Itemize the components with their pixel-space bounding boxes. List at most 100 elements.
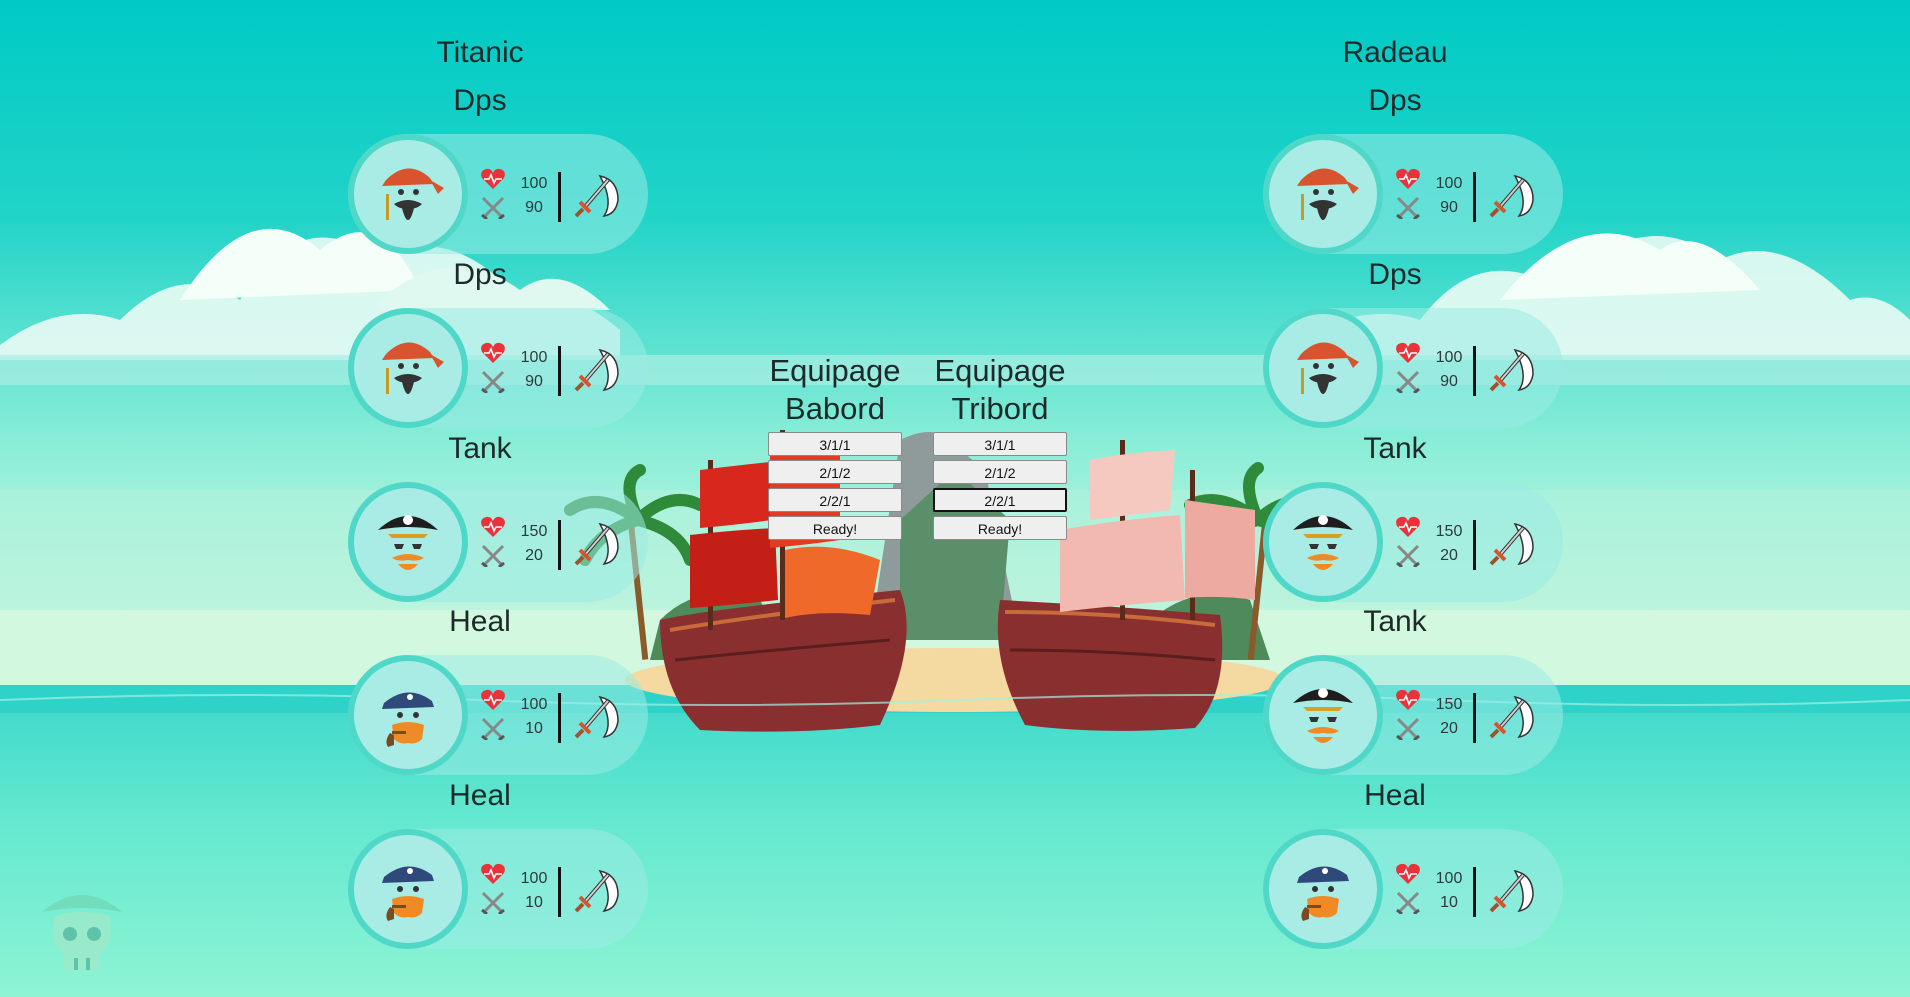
captain-hat-pirate-avatar	[1263, 482, 1383, 602]
pirate-card[interactable]: 100 90	[1263, 134, 1563, 254]
pirate-card[interactable]: 100 10	[348, 655, 648, 775]
attack-value: 90	[525, 199, 543, 216]
crossed-swords-icon	[1396, 891, 1420, 916]
crossed-swords-icon	[481, 891, 505, 916]
divider	[1473, 693, 1476, 743]
attack-value: 20	[1440, 720, 1458, 737]
formation-option-button[interactable]: 2/1/2	[768, 460, 902, 484]
pirate-card[interactable]: 100 10	[348, 829, 648, 949]
attack-value: 20	[525, 547, 543, 564]
ready-button[interactable]: Ready!	[768, 516, 902, 540]
health-value: 100	[520, 175, 548, 192]
sword-icon[interactable]	[568, 340, 624, 396]
crew-selector-babord: Equipage Babord 3/1/1 2/1/2 2/2/1 Ready!	[765, 352, 905, 540]
formation-option-button[interactable]: 2/1/2	[933, 460, 1067, 484]
role-label: Heal	[449, 605, 511, 638]
sword-icon[interactable]	[1483, 166, 1539, 222]
attack-value: 10	[525, 720, 543, 737]
formation-option-button[interactable]: 2/2/1	[933, 488, 1067, 512]
health-icon	[1396, 342, 1420, 363]
crossed-swords-icon	[1396, 717, 1420, 742]
crossed-swords-icon	[1396, 370, 1420, 395]
divider	[1473, 520, 1476, 570]
crossed-swords-icon	[481, 717, 505, 742]
divider	[558, 520, 561, 570]
health-icon	[481, 342, 505, 363]
attack-value: 90	[1440, 199, 1458, 216]
crew-selector-tribord: Equipage Tribord 3/1/1 2/1/2 2/2/1 Ready…	[930, 352, 1070, 540]
red-bandana-pirate-avatar	[348, 134, 468, 254]
sword-icon[interactable]	[568, 687, 624, 743]
crossed-swords-icon	[481, 196, 505, 221]
health-value: 150	[1435, 696, 1463, 713]
pirate-card[interactable]: 100 10	[1263, 829, 1563, 949]
health-icon	[1396, 689, 1420, 710]
blue-bandana-pipe-pirate-avatar	[1263, 829, 1383, 949]
divider	[558, 172, 561, 222]
formation-option-button[interactable]: 2/2/1	[768, 488, 902, 512]
sword-icon[interactable]	[1483, 861, 1539, 917]
crossed-swords-icon	[1396, 544, 1420, 569]
attack-value: 90	[525, 373, 543, 390]
health-value: 150	[520, 523, 548, 540]
team-name-right: Radeau	[1342, 36, 1448, 69]
attack-value: 10	[525, 894, 543, 911]
crew-title-line2: Tribord	[951, 391, 1049, 426]
pirate-card[interactable]: 100 90	[348, 308, 648, 428]
divider	[1473, 346, 1476, 396]
crossed-swords-icon	[481, 370, 505, 395]
blue-bandana-pipe-pirate-avatar	[348, 829, 468, 949]
role-label: Tank	[1363, 432, 1427, 465]
divider	[558, 346, 561, 396]
pirate-card[interactable]: 150 20	[348, 482, 648, 602]
crossed-swords-icon	[481, 544, 505, 569]
role-label: Dps	[1368, 84, 1422, 117]
crew-title-line2: Babord	[785, 391, 885, 426]
health-icon	[1396, 863, 1420, 884]
health-value: 100	[520, 870, 548, 887]
pirate-skull-logo-icon	[42, 895, 122, 970]
health-icon	[481, 168, 505, 189]
sword-icon[interactable]	[1483, 340, 1539, 396]
sword-icon[interactable]	[568, 861, 624, 917]
role-label: Dps	[1368, 258, 1422, 291]
captain-hat-pirate-avatar	[1263, 655, 1383, 775]
crew-title-line1: Equipage	[769, 353, 901, 388]
pirate-card[interactable]: 150 20	[1263, 482, 1563, 602]
sword-icon[interactable]	[1483, 687, 1539, 743]
sword-icon[interactable]	[1483, 514, 1539, 570]
red-bandana-pirate-avatar	[1263, 134, 1383, 254]
pirate-card[interactable]: 100 90	[1263, 308, 1563, 428]
pirate-card[interactable]: 150 20	[1263, 655, 1563, 775]
health-icon	[481, 516, 505, 537]
sword-icon[interactable]	[568, 166, 624, 222]
captain-hat-pirate-avatar	[348, 482, 468, 602]
red-bandana-pirate-avatar	[1263, 308, 1383, 428]
blue-bandana-pipe-pirate-avatar	[348, 655, 468, 775]
health-value: 100	[1435, 175, 1463, 192]
role-label: Tank	[1363, 605, 1427, 638]
divider	[1473, 867, 1476, 917]
sword-icon[interactable]	[568, 514, 624, 570]
health-icon	[481, 689, 505, 710]
role-label: Heal	[449, 779, 511, 812]
formation-option-button[interactable]: 3/1/1	[933, 432, 1067, 456]
role-label: Dps	[453, 84, 507, 117]
team-name-left: Titanic	[436, 36, 524, 69]
pirate-card[interactable]: 100 90	[348, 134, 648, 254]
divider	[558, 867, 561, 917]
role-label: Tank	[448, 432, 512, 465]
red-bandana-pirate-avatar	[348, 308, 468, 428]
role-label: Dps	[453, 258, 507, 291]
health-icon	[1396, 516, 1420, 537]
crew-title-line1: Equipage	[934, 353, 1066, 388]
ready-button[interactable]: Ready!	[933, 516, 1067, 540]
attack-value: 20	[1440, 547, 1458, 564]
health-value: 100	[1435, 349, 1463, 366]
crossed-swords-icon	[1396, 196, 1420, 221]
health-value: 150	[1435, 523, 1463, 540]
formation-option-button[interactable]: 3/1/1	[768, 432, 902, 456]
health-icon	[1396, 168, 1420, 189]
attack-value: 10	[1440, 894, 1458, 911]
health-value: 100	[520, 696, 548, 713]
